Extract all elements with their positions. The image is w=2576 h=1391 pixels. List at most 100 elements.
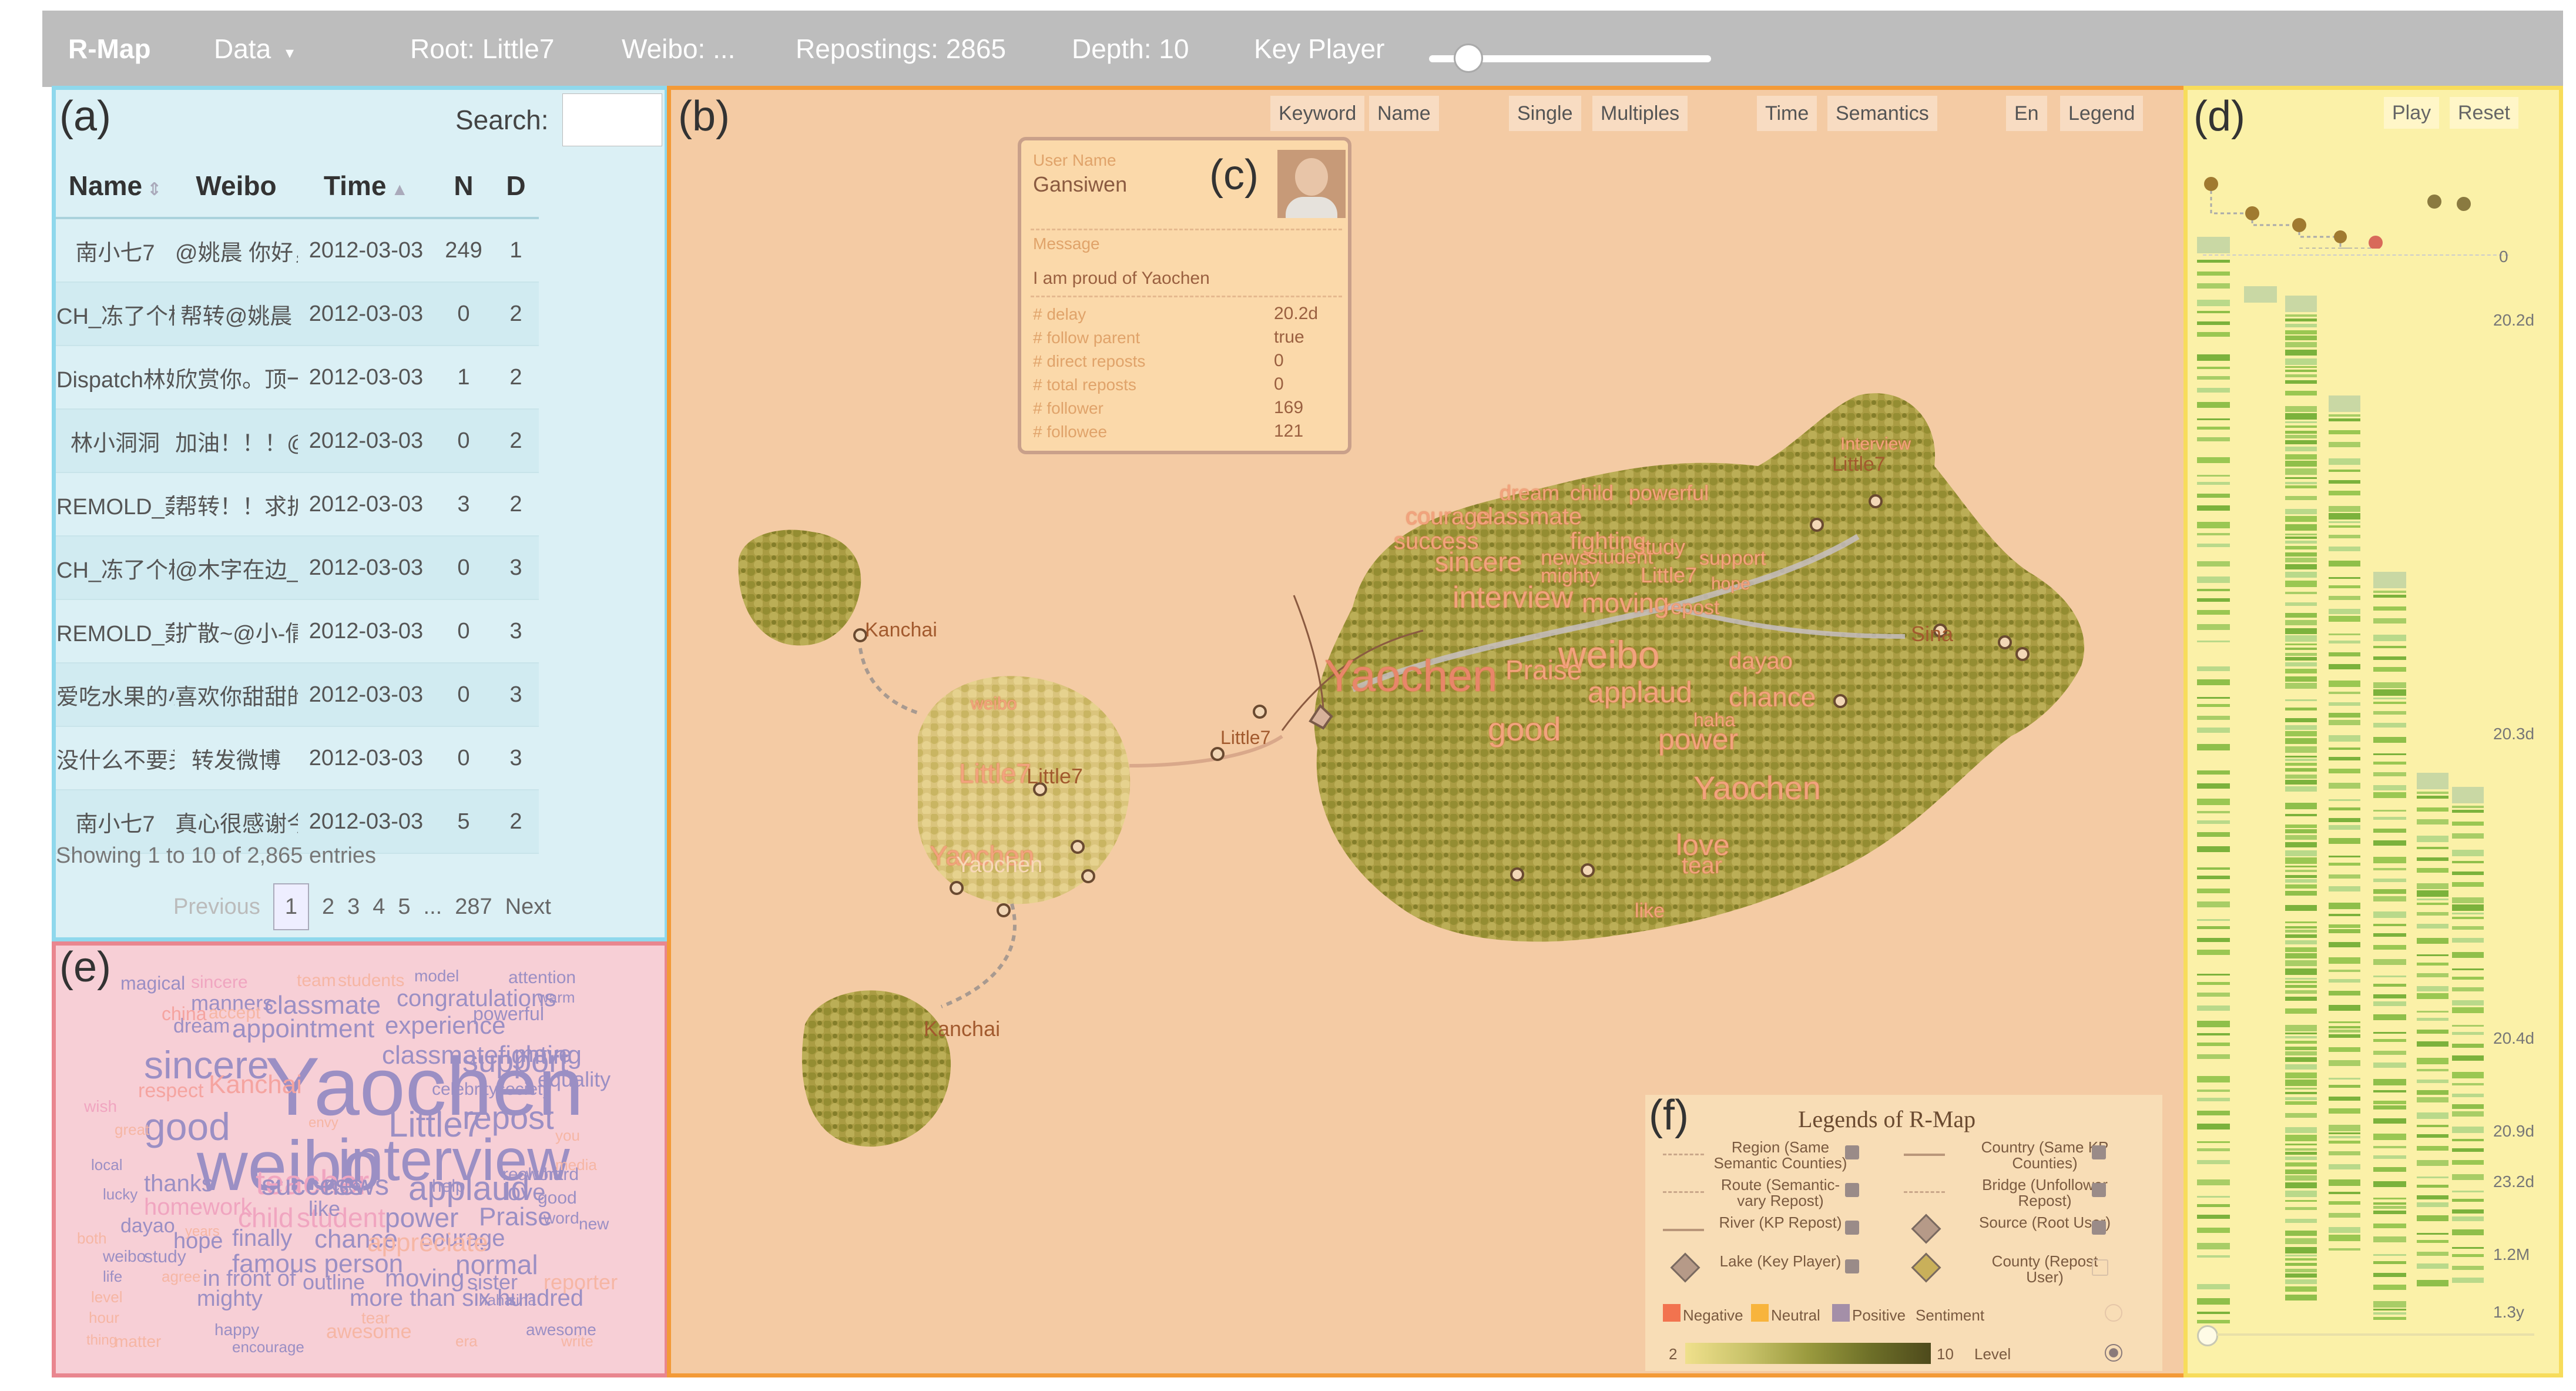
depth-column[interactable] <box>2285 296 2317 1300</box>
table-row[interactable]: REMOLD_轰帮转！！求扩散2012-03-0332 <box>56 472 665 537</box>
word-cloud-word[interactable]: Kanchai <box>209 1072 302 1098</box>
word-cloud-word[interactable]: great <box>115 1122 149 1137</box>
map-keyword[interactable]: dream <box>1500 482 1559 504</box>
page-button[interactable]: 1 <box>273 883 309 930</box>
depth-column[interactable] <box>2329 395 2360 1253</box>
map-keyword[interactable]: Little7 <box>959 760 1031 787</box>
word-cloud-word[interactable]: finally <box>232 1226 292 1250</box>
page-button[interactable]: 5 <box>398 884 410 929</box>
word-cloud-word[interactable]: sina <box>508 1292 536 1308</box>
data-menu[interactable]: Data ▾ <box>214 11 294 87</box>
node-label[interactable]: Kanchai <box>865 620 937 640</box>
table-row[interactable]: REMOLD_轰扩散~@小-倩q2012-03-0303 <box>56 599 665 663</box>
map-keyword[interactable]: weibo <box>971 695 1017 713</box>
word-cloud-word[interactable]: celebrity <box>432 1081 498 1098</box>
table-row[interactable]: 林小洞洞加油！！！@姚2012-03-0302 <box>56 409 665 473</box>
word-cloud-word[interactable]: cute <box>332 1178 361 1193</box>
word-cloud-word[interactable]: like <box>308 1198 340 1219</box>
page-button[interactable]: 3 <box>347 884 360 929</box>
table-row[interactable]: Dispatch林娘欣赏你。顶一下2012-03-0312 <box>56 346 665 410</box>
word-cloud-word[interactable]: society <box>497 1081 551 1098</box>
column-header-name[interactable]: Name ⇕ <box>56 155 175 219</box>
map-keyword[interactable]: powerful <box>1629 482 1709 504</box>
column-header-time[interactable]: Time ▲ <box>298 155 434 219</box>
table-row[interactable]: 没什么不要关注转发微博2012-03-0303 <box>56 726 665 790</box>
word-cloud-word[interactable]: help <box>432 1178 465 1195</box>
word-cloud-word[interactable]: media <box>555 1157 597 1172</box>
next-page-button[interactable]: Next <box>505 884 551 929</box>
search-input[interactable] <box>562 93 662 146</box>
word-cloud-word[interactable]: you <box>555 1128 580 1143</box>
word-cloud-word[interactable]: students <box>338 972 404 990</box>
column-header-weibo[interactable]: Weibo <box>175 155 298 219</box>
map-keyword[interactable]: Little7 <box>1641 565 1697 586</box>
word-cloud-word[interactable]: respect <box>138 1081 204 1101</box>
word-cloud-word[interactable]: attention <box>508 969 576 987</box>
word-cloud-word[interactable]: outline <box>303 1272 365 1293</box>
word-cloud-word[interactable]: era <box>455 1333 478 1349</box>
node-label[interactable]: Little7 <box>1027 766 1083 787</box>
legend-checkbox[interactable] <box>1845 1259 1859 1273</box>
depth-column[interactable] <box>2373 572 2406 1320</box>
map-keyword[interactable]: Interview <box>1840 435 1911 453</box>
node-label[interactable]: Yaochen <box>956 854 1042 876</box>
word-cloud-word[interactable]: both <box>77 1231 107 1246</box>
map-keyword[interactable]: child <box>1570 482 1614 504</box>
word-cloud-word[interactable]: powerful <box>473 1004 544 1023</box>
word-cloud-word[interactable]: sister <box>467 1272 518 1293</box>
map-keyword[interactable]: support <box>1699 548 1766 568</box>
word-cloud-word[interactable]: envy <box>308 1116 338 1130</box>
legend-checkbox[interactable] <box>2092 1221 2106 1235</box>
map-keyword[interactable]: classmate <box>1476 505 1582 528</box>
word-cloud-word[interactable]: good <box>144 1107 230 1146</box>
timeline-scrubber-handle[interactable] <box>2197 1325 2218 1346</box>
word-cloud-word[interactable]: sincere <box>191 974 248 991</box>
map-keyword[interactable]: good <box>1488 713 1561 746</box>
word-cloud-word[interactable]: move <box>514 1043 572 1066</box>
legend-checkbox[interactable] <box>1845 1183 1859 1197</box>
word-cloud-word[interactable]: warm <box>538 990 575 1005</box>
page-button[interactable]: 287 <box>455 884 492 929</box>
legend-checkbox[interactable] <box>2092 1183 2106 1197</box>
depth-column[interactable] <box>2417 773 2448 1286</box>
map-keyword[interactable]: moving <box>1582 589 1669 616</box>
word-cloud-word[interactable]: accept <box>209 1004 260 1022</box>
depth-column[interactable] <box>2452 787 2484 1289</box>
word-cloud-word[interactable]: lucky <box>103 1186 137 1202</box>
previous-page-button[interactable]: Previous <box>173 884 260 929</box>
table-row[interactable]: 南小七7@姚晨 你好，我2012-03-032491 <box>56 218 665 283</box>
node-label[interactable]: Sina <box>1911 624 1953 645</box>
sentiment-radio[interactable] <box>2105 1304 2122 1322</box>
map-keyword[interactable]: repost <box>1664 598 1720 618</box>
word-cloud-word[interactable]: thing <box>86 1333 117 1348</box>
map-keyword[interactable]: tear <box>1682 854 1722 877</box>
word-cloud-word[interactable]: wish <box>84 1098 117 1115</box>
map-keyword[interactable]: Yaochen <box>1693 772 1821 805</box>
legend-checkbox[interactable] <box>2092 1259 2108 1276</box>
word-cloud-word[interactable]: study <box>144 1248 186 1266</box>
key-player-slider-handle[interactable] <box>1454 43 1484 73</box>
word-cloud-word[interactable]: level <box>91 1289 122 1305</box>
table-row[interactable]: CH_冻了个柠檬@木字在边_边过2012-03-0303 <box>56 536 665 600</box>
word-cloud-word[interactable]: hour <box>89 1310 119 1325</box>
word-cloud-word[interactable]: local <box>91 1157 122 1172</box>
map-keyword[interactable]: hope <box>1711 575 1750 593</box>
reset-button[interactable]: Reset <box>2450 97 2518 129</box>
map-keyword[interactable]: study <box>1635 537 1685 558</box>
node-label[interactable]: Little7 <box>1220 728 1270 747</box>
word-cloud-word[interactable]: weibo <box>103 1248 146 1265</box>
map-keyword[interactable]: haha <box>1693 710 1735 729</box>
map-keyword[interactable]: success <box>1394 529 1479 553</box>
legend-checkbox[interactable] <box>1845 1145 1859 1159</box>
node-label[interactable]: Kanchai <box>924 1018 1000 1040</box>
word-cloud-word[interactable]: magical <box>120 974 185 993</box>
word-cloud-word[interactable]: word <box>544 1210 579 1226</box>
timeline-scrubber-track[interactable] <box>2217 1333 2534 1336</box>
word-cloud-word[interactable]: model <box>414 968 459 984</box>
table-row[interactable]: 爱吃水果的小羊喜欢你甜甜的笑2012-03-0303 <box>56 663 665 727</box>
legend-checkbox[interactable] <box>2092 1145 2106 1159</box>
word-cloud-word[interactable]: reporter <box>544 1272 618 1293</box>
column-header-n[interactable]: N <box>434 155 493 219</box>
depth-column[interactable] <box>2244 286 2277 304</box>
play-button[interactable]: Play <box>2384 97 2440 129</box>
